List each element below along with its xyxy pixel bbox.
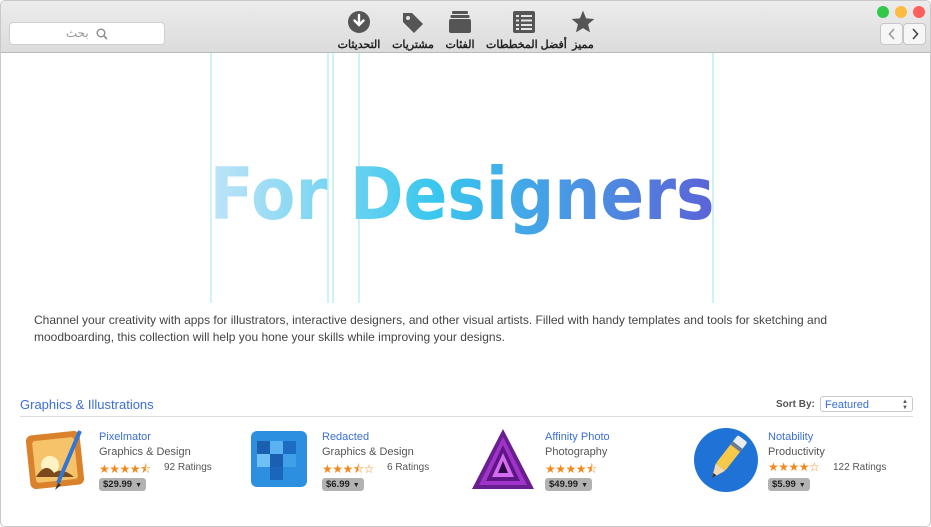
zoom-button[interactable] <box>877 6 889 18</box>
toolbar-label: مشتريات <box>392 39 434 51</box>
download-icon <box>348 11 370 33</box>
sort-select[interactable]: Featured ▲ ▼ <box>820 396 913 412</box>
hero-title: For Designers <box>210 152 715 236</box>
redacted-icon <box>251 431 307 487</box>
toolbar-label: أفضل المخططات <box>486 39 567 51</box>
price-button[interactable]: $49.99 ▼ <box>545 478 592 491</box>
chevron-left-icon <box>887 28 895 40</box>
app-category[interactable]: Graphics & Design <box>99 446 191 458</box>
toolbar-label: مميز <box>572 39 594 51</box>
list-icon <box>513 11 535 33</box>
section-title[interactable]: Graphics & Illustrations <box>20 397 154 412</box>
stack-icon <box>449 11 471 33</box>
toolbar: بحث التحديثات مشتريات الفئات أفضل المخطط… <box>1 1 930 53</box>
toolbar-top-charts[interactable]: أفضل المخططات <box>486 9 567 51</box>
tag-icon <box>403 13 423 33</box>
price-button[interactable]: $29.99 ▼ <box>99 478 146 491</box>
toolbar-categories[interactable]: الفئات <box>443 9 477 51</box>
caret-down-icon: ▼ <box>581 482 588 489</box>
caret-down-icon: ▼ <box>798 482 806 489</box>
divider <box>20 416 913 417</box>
rating-stars: ★★★★☆ <box>768 460 820 474</box>
sort-label: Sort By: <box>776 399 815 410</box>
sort-value: Featured <box>825 399 870 411</box>
app-name[interactable]: Pixelmator <box>99 431 151 443</box>
pixelmator-icon <box>25 430 85 490</box>
search-placeholder: بحث <box>65 26 89 40</box>
collection-description: Channel your creativity with apps for il… <box>34 313 828 344</box>
caret-down-icon: ▼ <box>135 482 142 489</box>
search-icon <box>96 28 108 40</box>
ratings-count: 122 Ratings <box>833 462 887 473</box>
ratings-count: 6 Ratings <box>387 462 430 473</box>
toolbar-featured[interactable]: مميز <box>567 9 599 51</box>
app-name[interactable]: Redacted <box>322 431 369 443</box>
price-label: $5.99 <box>772 479 796 490</box>
toolbar-purchases[interactable]: مشتريات <box>392 9 434 51</box>
star-icon <box>571 10 595 33</box>
app-name[interactable]: Notability <box>768 431 813 443</box>
affinity-photo-icon <box>472 429 534 489</box>
app-category[interactable]: Photography <box>545 446 607 458</box>
app-store-window: بحث التحديثات مشتريات الفئات أفضل المخطط… <box>0 0 931 527</box>
notability-icon <box>694 428 758 492</box>
toolbar-updates[interactable]: التحديثات <box>337 9 381 51</box>
toolbar-label: التحديثات <box>337 39 381 51</box>
app-category[interactable]: Productivity <box>768 446 825 458</box>
forward-button[interactable] <box>903 23 926 45</box>
price-label: $49.99 <box>549 479 579 490</box>
app-name[interactable]: Affinity Photo <box>545 431 610 443</box>
search-field[interactable]: بحث <box>9 22 165 45</box>
chevron-right-icon <box>911 28 919 40</box>
hero-graphic: For Designers <box>21 53 910 303</box>
hero-banner[interactable]: For Designers <box>1 53 930 303</box>
caret-down-icon: ▼ <box>352 482 360 489</box>
app-tile[interactable]: Redacted Graphics & Design ★★★⯪☆ 6 Ratin… <box>247 427 457 497</box>
price-label: $6.99 <box>326 479 350 490</box>
close-button[interactable] <box>913 6 925 18</box>
ratings-count: 92 Ratings <box>164 462 212 473</box>
minimize-button[interactable] <box>895 6 907 18</box>
back-button[interactable] <box>880 23 903 45</box>
app-category[interactable]: Graphics & Design <box>322 446 414 458</box>
toolbar-label: الفئات <box>445 39 475 51</box>
price-button[interactable]: $5.99 ▼ <box>768 478 810 491</box>
price-button[interactable]: $6.99 ▼ <box>322 478 364 491</box>
app-tile[interactable]: Affinity Photo Photography ★★★★⯪ $49.99 ▼ <box>470 427 680 497</box>
price-label: $29.99 <box>103 479 133 490</box>
app-tile[interactable]: Notability Productivity ★★★★☆ 122 Rating… <box>693 427 903 497</box>
updown-chevron-icon: ▲ ▼ <box>902 399 908 411</box>
app-tile[interactable]: Pixelmator Graphics & Design ★★★★⯪ 92 Ra… <box>24 427 234 497</box>
